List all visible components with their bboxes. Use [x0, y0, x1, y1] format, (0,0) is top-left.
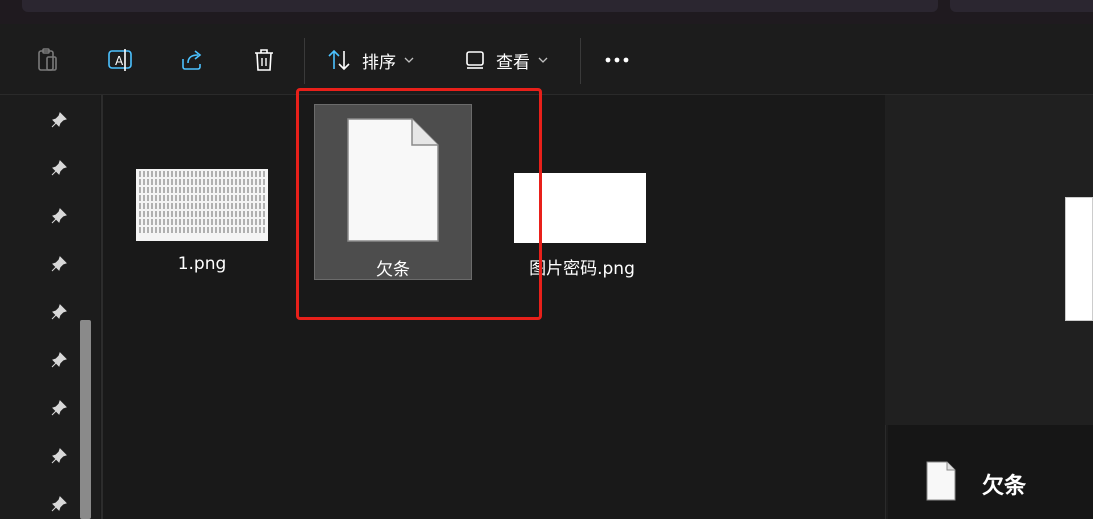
- view-button[interactable]: 查看: [464, 42, 564, 78]
- window-tab-area-right: [950, 0, 1093, 12]
- file-item-qiantiao[interactable]: 欠条: [314, 104, 472, 280]
- sidebar-scrollbar[interactable]: [80, 320, 91, 519]
- share-icon: [182, 50, 202, 70]
- pin-icon[interactable]: [50, 351, 68, 369]
- pin-icon[interactable]: [50, 207, 68, 225]
- toolbar-separator: [304, 38, 305, 84]
- rename-icon: A: [108, 49, 132, 71]
- pin-icon[interactable]: [50, 303, 68, 321]
- image-thumbnail: [136, 169, 268, 241]
- rename-button[interactable]: A: [104, 42, 136, 78]
- title-bar-strip: [0, 0, 1093, 24]
- file-name: 图片密码.png: [529, 259, 635, 279]
- sort-button[interactable]: 排序: [326, 42, 426, 78]
- toolbar-separator: [580, 38, 581, 84]
- chevron-down-icon: [404, 57, 414, 63]
- sort-icon: [328, 49, 350, 71]
- share-button[interactable]: [176, 42, 208, 78]
- more-dots-icon: [605, 57, 629, 63]
- pin-icon[interactable]: [50, 399, 68, 417]
- document-file-icon: [347, 118, 439, 242]
- details-title: 欠条: [982, 474, 1027, 499]
- file-list-view: [103, 95, 883, 519]
- view-layout-icon: [466, 51, 484, 69]
- clipboard-icon: [38, 48, 57, 71]
- pin-icon[interactable]: [50, 495, 68, 513]
- more-options-button[interactable]: [600, 42, 634, 78]
- paste-button[interactable]: [32, 42, 64, 78]
- svg-text:A: A: [115, 54, 124, 68]
- sort-label: 排序: [362, 52, 396, 73]
- file-item-tupianmima[interactable]: 图片密码.png: [512, 170, 652, 279]
- view-label: 查看: [496, 52, 530, 73]
- command-bar: A 排序 查看: [0, 24, 1093, 95]
- preview-document: [1065, 197, 1093, 321]
- pin-icon[interactable]: [50, 159, 68, 177]
- delete-button[interactable]: [248, 42, 280, 78]
- document-file-icon: [926, 461, 956, 501]
- pin-icon[interactable]: [50, 447, 68, 465]
- file-name: 欠条: [376, 260, 410, 280]
- chevron-down-icon: [538, 57, 548, 63]
- image-thumbnail: [514, 173, 646, 243]
- pin-icon[interactable]: [50, 111, 68, 129]
- file-name: 1.png: [177, 254, 227, 274]
- pin-icon[interactable]: [50, 255, 68, 273]
- preview-area: [885, 95, 1093, 425]
- file-item-1png[interactable]: 1.png: [134, 166, 270, 278]
- trash-icon: [255, 49, 273, 71]
- window-tab-area: [22, 0, 938, 12]
